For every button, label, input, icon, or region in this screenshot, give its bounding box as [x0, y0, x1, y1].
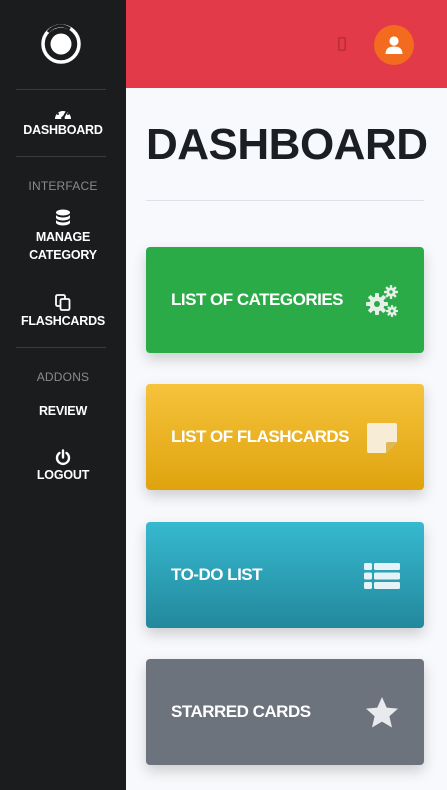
card-list-of-flashcards[interactable]: LIST OF FLASHCARDS: [146, 384, 424, 490]
user-avatar[interactable]: [374, 25, 414, 65]
tachometer-icon: [55, 109, 71, 120]
sidebar-heading-addons: ADDONS: [36, 370, 90, 384]
topbar: [126, 0, 447, 88]
sidebar-divider: [16, 347, 106, 348]
card-to-do-list[interactable]: TO-DO LIST: [146, 522, 424, 628]
copy-icon: [55, 294, 71, 311]
database-icon: [56, 209, 70, 226]
sidebar-item-label: REVIEW: [38, 404, 88, 418]
card-starred-cards[interactable]: STARRED CARDS: [146, 659, 424, 765]
star-icon: [366, 697, 398, 728]
mobile-phone-icon[interactable]: [338, 37, 346, 51]
sidebar: DASHBOARD INTERFACE MANAGE CATEGORY FLAS…: [0, 0, 126, 790]
power-icon: [55, 449, 71, 465]
sidebar-item-dashboard[interactable]: DASHBOARD: [0, 105, 126, 139]
page-title: DASHBOARD: [146, 120, 428, 169]
list-icon: [364, 563, 400, 589]
sticky-note-icon: [367, 423, 397, 453]
sidebar-item-label: DASHBOARD: [23, 123, 103, 137]
card-list-of-categories[interactable]: LIST OF CATEGORIES: [146, 247, 424, 353]
sidebar-item-flashcards[interactable]: FLASHCARDS: [0, 294, 126, 330]
sidebar-item-label: LOGOUT: [36, 468, 90, 482]
sidebar-divider: [16, 89, 106, 90]
title-divider: [146, 200, 424, 201]
card-label: LIST OF FLASHCARDS: [171, 427, 350, 446]
card-label: LIST OF CATEGORIES: [171, 290, 344, 309]
card-label: STARRED CARDS: [171, 702, 311, 721]
sidebar-divider: [16, 156, 106, 157]
sidebar-item-label: MANAGE CATEGORY: [29, 230, 97, 262]
card-label: TO-DO LIST: [171, 565, 263, 584]
sidebar-item-label: FLASHCARDS: [20, 314, 106, 328]
sidebar-heading-interface: INTERFACE: [28, 179, 98, 193]
sidebar-item-manage-category[interactable]: MANAGE CATEGORY: [0, 209, 126, 264]
user-icon: [385, 36, 403, 54]
sidebar-item-review[interactable]: REVIEW: [0, 402, 126, 420]
brand-logo-icon[interactable]: [40, 23, 82, 65]
sidebar-item-logout[interactable]: LOGOUT: [0, 449, 126, 484]
cogs-icon: [366, 285, 398, 317]
